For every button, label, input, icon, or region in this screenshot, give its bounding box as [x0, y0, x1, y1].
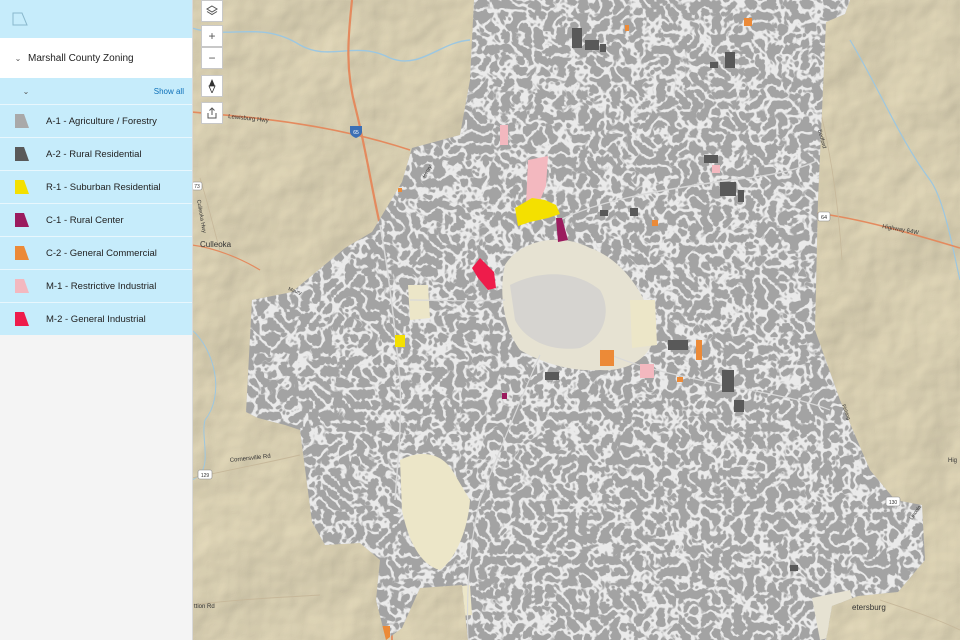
shield-i65-label: 65 — [353, 130, 359, 136]
shield-129-label: 129 — [201, 473, 210, 479]
c1-parcel — [502, 393, 507, 399]
unzoned-area — [630, 300, 657, 348]
legend-item-c1[interactable]: C-1 - Rural Center — [0, 203, 192, 236]
shield-130: 130 — [885, 496, 901, 507]
legend-item-m2[interactable]: M-2 - General Industrial — [0, 302, 192, 335]
shield-73-label: 73 — [194, 184, 200, 190]
show-all-link[interactable]: Show all — [154, 87, 184, 96]
legend-top-symbol — [0, 0, 192, 38]
c2-swatch-icon — [15, 246, 29, 260]
show-all-row: ⌄ Show all — [0, 78, 192, 104]
unzoned-area — [408, 285, 430, 320]
legend-item-m1[interactable]: M-1 - Restrictive Industrial — [0, 269, 192, 302]
polygon-symbol-icon — [12, 12, 28, 26]
shield-64-label: 64 — [821, 215, 827, 221]
shield-73: 73 — [192, 181, 203, 191]
legend-item-a2[interactable]: A-2 - Rural Residential — [0, 137, 192, 170]
legend-item-label: C-2 - General Commercial — [46, 247, 157, 259]
r1-swatch-icon — [15, 180, 29, 194]
legend-items: A-1 - Agriculture / Forestry A-2 - Rural… — [0, 104, 192, 335]
chevron-down-icon[interactable]: ⌄ — [12, 54, 24, 63]
layers-button[interactable] — [201, 0, 223, 22]
legend-item-label: R-1 - Suburban Residential — [46, 181, 161, 193]
zoom-in-button[interactable]: + — [201, 25, 223, 47]
layer-header[interactable]: ⌄ Marshall County Zoning — [0, 38, 192, 78]
shield-129: 129 — [197, 469, 213, 480]
m2-swatch-icon — [15, 312, 29, 326]
label-petersburg: etersburg — [852, 603, 886, 612]
legend-item-label: M-2 - General Industrial — [46, 313, 146, 325]
shield-130-label: 130 — [889, 500, 898, 506]
legend-item-c2[interactable]: C-2 - General Commercial — [0, 236, 192, 269]
legend-item-label: C-1 - Rural Center — [46, 214, 124, 226]
share-icon — [207, 107, 217, 119]
map-view[interactable]: Culleoka Lewisburg Hwy Highway 64W Corne… — [192, 0, 960, 640]
layers-icon — [206, 5, 218, 16]
a1-swatch-icon — [15, 114, 29, 128]
label-culleoka: Culleoka — [200, 240, 232, 249]
legend-item-r1[interactable]: R-1 - Suburban Residential — [0, 170, 192, 203]
legend-item-a1[interactable]: A-1 - Agriculture / Forestry — [0, 104, 192, 137]
compass-icon — [208, 79, 216, 93]
share-button[interactable] — [201, 102, 223, 124]
a2-swatch-icon — [15, 147, 29, 161]
m1-swatch-icon — [15, 279, 29, 293]
legend-item-label: A-2 - Rural Residential — [46, 148, 142, 160]
shield-64: 64 — [817, 211, 831, 222]
label-station-rd: ttion Rd — [194, 604, 215, 610]
collapse-chevron-icon[interactable]: ⌄ — [20, 87, 32, 96]
label-highway-edge: Hig — [948, 458, 957, 464]
c1-swatch-icon — [15, 213, 29, 227]
r1-parcel — [395, 335, 405, 347]
legend-panel: ⌄ Marshall County Zoning ⌄ Show all A-1 … — [0, 0, 193, 640]
compass-button[interactable] — [201, 75, 223, 97]
legend-item-label: A-1 - Agriculture / Forestry — [46, 115, 157, 127]
zoom-out-button[interactable]: − — [201, 47, 223, 69]
legend-item-label: M-1 - Restrictive Industrial — [46, 280, 157, 292]
layer-title: Marshall County Zoning — [28, 52, 134, 64]
